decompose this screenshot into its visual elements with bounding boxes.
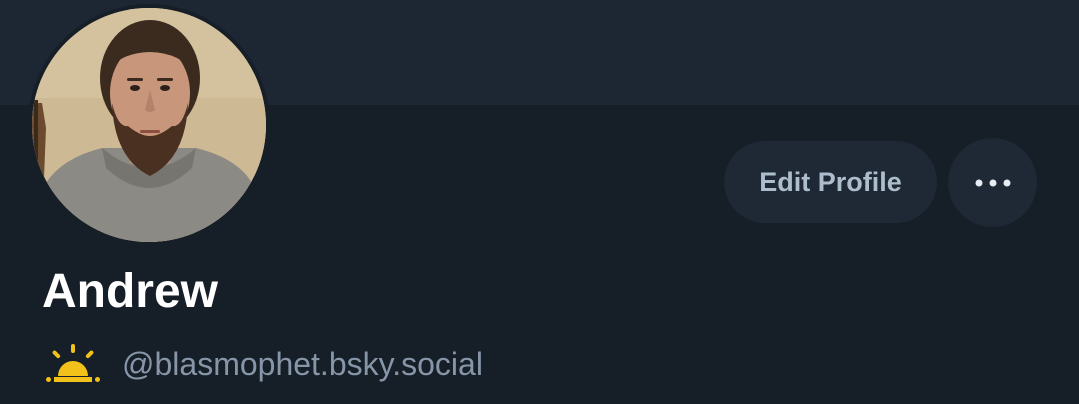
handle-row: @blasmophet.bsky.social — [44, 340, 483, 388]
avatar[interactable] — [32, 8, 266, 242]
more-options-button[interactable] — [948, 138, 1037, 227]
edit-profile-button[interactable]: Edit Profile — [724, 141, 937, 223]
profile-handle[interactable]: @blasmophet.bsky.social — [122, 344, 483, 384]
profile-header: Edit Profile Andrew @blasmophet.bsky.soc… — [0, 0, 1079, 404]
sunrise-icon — [46, 344, 100, 382]
user-avatar-photo — [32, 8, 266, 242]
display-name: Andrew — [42, 265, 219, 318]
more-horizontal-icon — [975, 179, 1010, 186]
